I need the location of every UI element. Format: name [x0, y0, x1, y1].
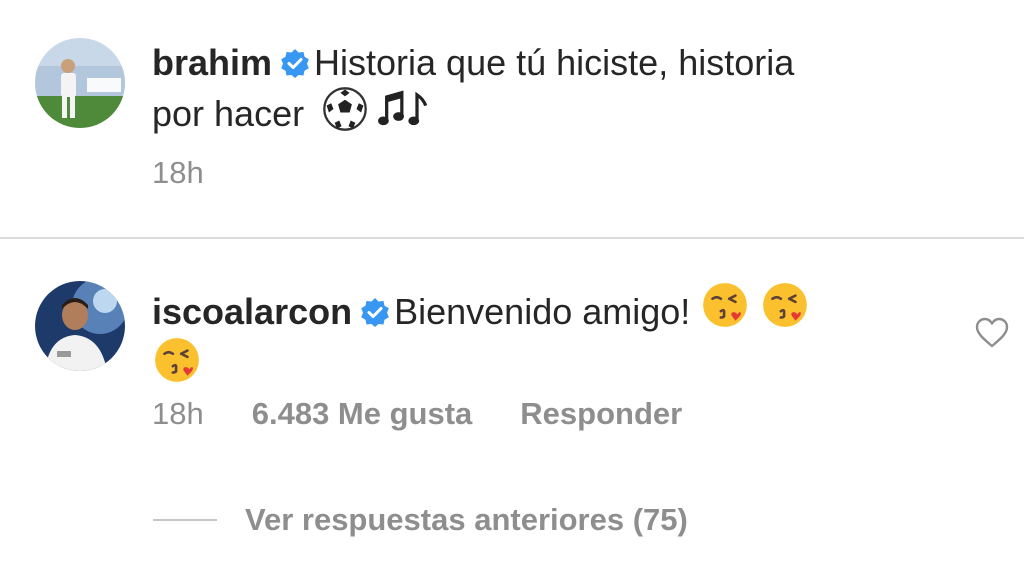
comment-iscoalarcon-text: iscoalarcon Bienvenido amigo!: [152, 280, 932, 390]
verified-badge-icon: [280, 48, 310, 78]
soccer-ball-icon: [322, 86, 368, 132]
comment-brahim-text: brahim Historia que tú hiciste, historia …: [152, 39, 932, 137]
comment-brahim-meta: 18h: [152, 155, 252, 191]
timestamp: 18h: [152, 396, 204, 431]
avatar-brahim[interactable]: [35, 38, 125, 128]
reply-button[interactable]: Responder: [520, 396, 682, 432]
verified-badge-icon: [360, 297, 390, 327]
username-brahim[interactable]: brahim: [152, 42, 272, 83]
comment-brahim-line1: Historia que tú hiciste, historia: [314, 42, 795, 83]
comment-iscoalarcon-meta: 18h 6.483 Me gusta Responder: [152, 396, 682, 432]
face-blowing-kiss-icon: [700, 280, 750, 330]
username-iscoalarcon[interactable]: iscoalarcon: [152, 291, 352, 332]
comments-screen: brahim Historia que tú hiciste, historia …: [0, 0, 1024, 576]
comment-iscoalarcon-body: Bienvenido amigo!: [394, 291, 691, 332]
likes-count-link[interactable]: 6.483 Me gusta: [252, 396, 473, 432]
timestamp: 18h: [152, 155, 204, 190]
view-previous-replies-button[interactable]: Ver respuestas anteriores (75): [153, 500, 688, 540]
comment-brahim-line2: por hacer: [152, 93, 305, 134]
face-blowing-kiss-icon: [152, 335, 202, 385]
face-blowing-kiss-icon: [760, 280, 810, 330]
view-replies-label[interactable]: Ver respuestas anteriores (75): [245, 502, 688, 538]
like-heart-icon[interactable]: [975, 317, 1009, 349]
avatar-iscoalarcon[interactable]: [35, 281, 125, 371]
divider: [0, 237, 1024, 239]
musical-notes-icon: [378, 88, 430, 132]
replies-line: [153, 519, 217, 521]
